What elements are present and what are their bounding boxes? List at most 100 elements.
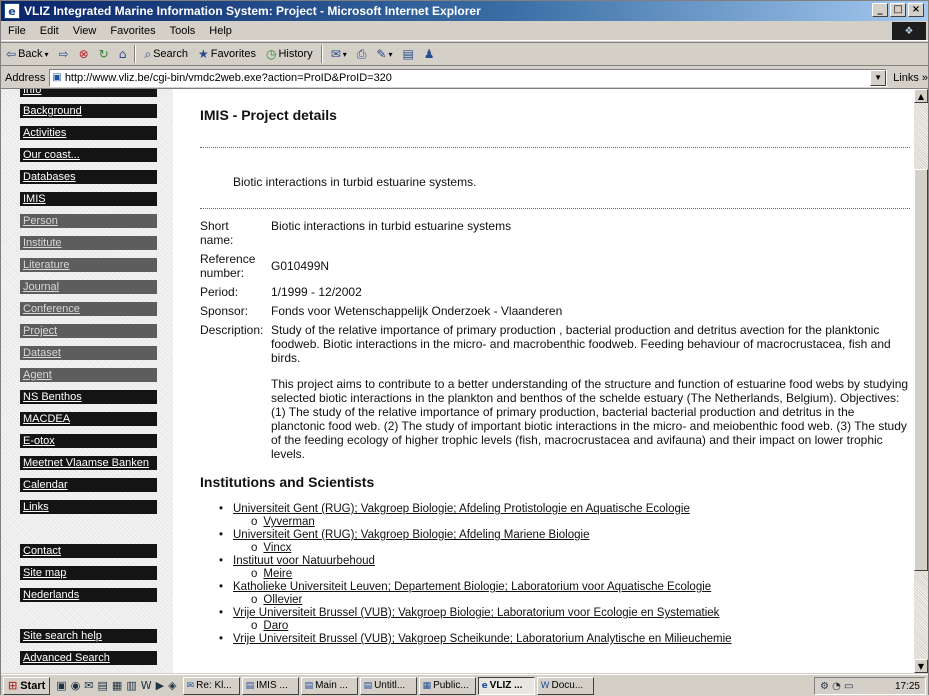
home-button[interactable]: ⌂: [114, 47, 132, 61]
folder-icon[interactable]: ▤: [98, 679, 108, 692]
detail-row-description: Description: Study of the relative impor…: [200, 323, 910, 461]
sidebar-item-nederlands[interactable]: Nederlands: [20, 588, 157, 602]
menu-tools[interactable]: Tools: [163, 25, 203, 37]
sidebar-item-links[interactable]: Links: [20, 500, 157, 514]
dropdown-icon: ▾: [388, 49, 393, 59]
close-button[interactable]: ×: [908, 3, 924, 17]
taskbar-button-active[interactable]: e VLIZ ...: [477, 676, 535, 695]
scroll-down-button[interactable]: ▼: [914, 659, 928, 673]
stop-icon: ⊗: [78, 47, 89, 61]
mail-icon: ✉: [330, 47, 341, 61]
scientist-link[interactable]: Vyverman: [263, 516, 314, 528]
media-icon[interactable]: ▶: [156, 679, 164, 692]
scroll-thumb[interactable]: [914, 169, 928, 571]
detail-row-sponsor: Sponsor: Fonds voor Wetenschappelijk Ond…: [200, 304, 910, 318]
sidebar-item-meetnet[interactable]: Meetnet Vlaamse Banken: [20, 456, 157, 470]
sidebar-item-advanced-search[interactable]: Advanced Search: [20, 651, 157, 665]
taskbar-button[interactable]: ▦ Public...: [418, 676, 476, 695]
sidebar-item-project[interactable]: Project: [20, 324, 157, 338]
menu-help[interactable]: Help: [202, 25, 239, 37]
stop-button[interactable]: ⊗: [74, 47, 94, 61]
sidebar: Info Background Activities Our coast... …: [1, 89, 173, 673]
sidebar-item-journal[interactable]: Journal: [20, 280, 157, 294]
menu-edit[interactable]: Edit: [33, 25, 66, 37]
scientist-link[interactable]: Daro: [263, 620, 288, 632]
tray-icons[interactable]: ⚙ ◔ ▭: [820, 681, 854, 692]
taskbar-button-label: Docu...: [551, 680, 584, 691]
title-bar[interactable]: e VLIZ Integrated Marine Information Sys…: [1, 1, 928, 21]
desktop-icon[interactable]: ▣: [56, 679, 66, 692]
sidebar-item-person[interactable]: Person: [20, 214, 157, 228]
word-icon[interactable]: W: [141, 679, 152, 692]
address-dropdown-button[interactable]: ▼: [870, 69, 887, 86]
taskbar-button[interactable]: ▤ IMIS ...: [241, 676, 299, 695]
sidebar-item-imis[interactable]: IMIS: [20, 192, 157, 206]
mail-icon[interactable]: ✉: [84, 679, 93, 692]
sidebar-item-eotox[interactable]: E-otox: [20, 434, 157, 448]
scientist-link[interactable]: Vincx: [263, 542, 291, 554]
period-value: 1/1999 - 12/2002: [271, 285, 362, 299]
document-icon[interactable]: ▥: [126, 679, 136, 692]
search-button[interactable]: ⌕ Search: [139, 47, 193, 62]
sidebar-item-calendar[interactable]: Calendar: [20, 478, 157, 492]
edit-button[interactable]: ✎ ▾: [371, 47, 397, 61]
menu-view[interactable]: View: [66, 25, 104, 37]
taskbar-button[interactable]: W Docu...: [536, 676, 594, 695]
sidebar-item-macdea[interactable]: MACDEA: [20, 412, 157, 426]
sub-bullet: o: [251, 620, 258, 632]
sidebar-item-site-search-help[interactable]: Site search help: [20, 629, 157, 643]
document-icon: ▤: [304, 680, 314, 691]
institution-link[interactable]: Katholieke Universiteit Leuven; Departem…: [219, 581, 909, 594]
history-label: History: [278, 48, 313, 60]
sidebar-item-literature[interactable]: Literature: [20, 258, 157, 272]
messenger-button[interactable]: ♟: [419, 47, 440, 61]
print-button[interactable]: ⎙: [352, 47, 372, 62]
sidebar-item-contact[interactable]: Contact: [20, 544, 157, 558]
menu-bar: File Edit View Favorites Tools Help ❖: [1, 21, 928, 41]
sidebar-item-institute[interactable]: Institute: [20, 236, 157, 250]
detail-row-reference: Reference number: G010499N: [200, 252, 910, 280]
sidebar-item-background[interactable]: Background: [20, 104, 157, 118]
start-button[interactable]: ⊞ Start: [3, 676, 51, 695]
back-button[interactable]: ⇦ Back ▾: [1, 47, 54, 61]
favorites-button[interactable]: ★ Favorites: [193, 47, 261, 61]
institution-link[interactable]: Vrije Universiteit Brussel (VUB); Vakgro…: [219, 607, 909, 620]
windows-flag-icon: ⊞: [8, 679, 18, 692]
institution-link[interactable]: Universiteit Gent (RUG); Vakgroep Biolog…: [219, 529, 909, 542]
sidebar-item-info[interactable]: Info: [20, 89, 157, 97]
calculator-icon[interactable]: ▦: [112, 679, 122, 692]
sidebar-item-databases[interactable]: Databases: [20, 170, 157, 184]
taskbar-button[interactable]: ✉ Re: Kl...: [182, 676, 240, 695]
discuss-button[interactable]: ▤: [397, 47, 418, 61]
menu-favorites[interactable]: Favorites: [103, 25, 162, 37]
scientist-link[interactable]: Ollevier: [263, 594, 302, 606]
links-button[interactable]: Links »: [893, 72, 928, 84]
sidebar-item-conference[interactable]: Conference: [20, 302, 157, 316]
sidebar-item-agent[interactable]: Agent: [20, 368, 157, 382]
scientist-link[interactable]: Meire: [263, 568, 292, 580]
scientist-item: o Ollevier: [219, 594, 909, 607]
refresh-button[interactable]: ↻: [94, 47, 114, 61]
chart-icon[interactable]: ◈: [168, 679, 176, 692]
vertical-scrollbar[interactable]: ▲ ▼: [914, 89, 928, 673]
scroll-up-button[interactable]: ▲: [914, 89, 928, 103]
sidebar-item-site-map[interactable]: Site map: [20, 566, 157, 580]
menu-file[interactable]: File: [1, 25, 33, 37]
address-input[interactable]: ▣ http://www.vliz.be/cgi-bin/vmdc2web.ex…: [49, 68, 888, 87]
browser-icon[interactable]: ◉: [71, 679, 81, 692]
history-button[interactable]: ◷ History: [261, 47, 318, 61]
institution-link[interactable]: Vrije Universiteit Brussel (VUB); Vakgro…: [219, 633, 909, 646]
minimize-button[interactable]: _: [872, 3, 888, 17]
taskbar-button[interactable]: ▤ Main ...: [300, 676, 358, 695]
mail-button[interactable]: ✉ ▾: [326, 47, 352, 61]
institution-link[interactable]: Universiteit Gent (RUG); Vakgroep Biolog…: [219, 503, 909, 516]
address-label: Address: [5, 71, 46, 84]
sidebar-item-dataset[interactable]: Dataset: [20, 346, 157, 360]
institution-link[interactable]: Instituut voor Natuurbehoud: [219, 555, 909, 568]
sidebar-item-activities[interactable]: Activities: [20, 126, 157, 140]
taskbar-button[interactable]: ▤ Untitl...: [359, 676, 417, 695]
sidebar-item-ns-benthos[interactable]: NS Benthos: [20, 390, 157, 404]
forward-button[interactable]: ⇨: [54, 47, 74, 61]
maximize-button[interactable]: □: [890, 3, 906, 17]
sidebar-item-our-coast[interactable]: Our coast...: [20, 148, 157, 162]
